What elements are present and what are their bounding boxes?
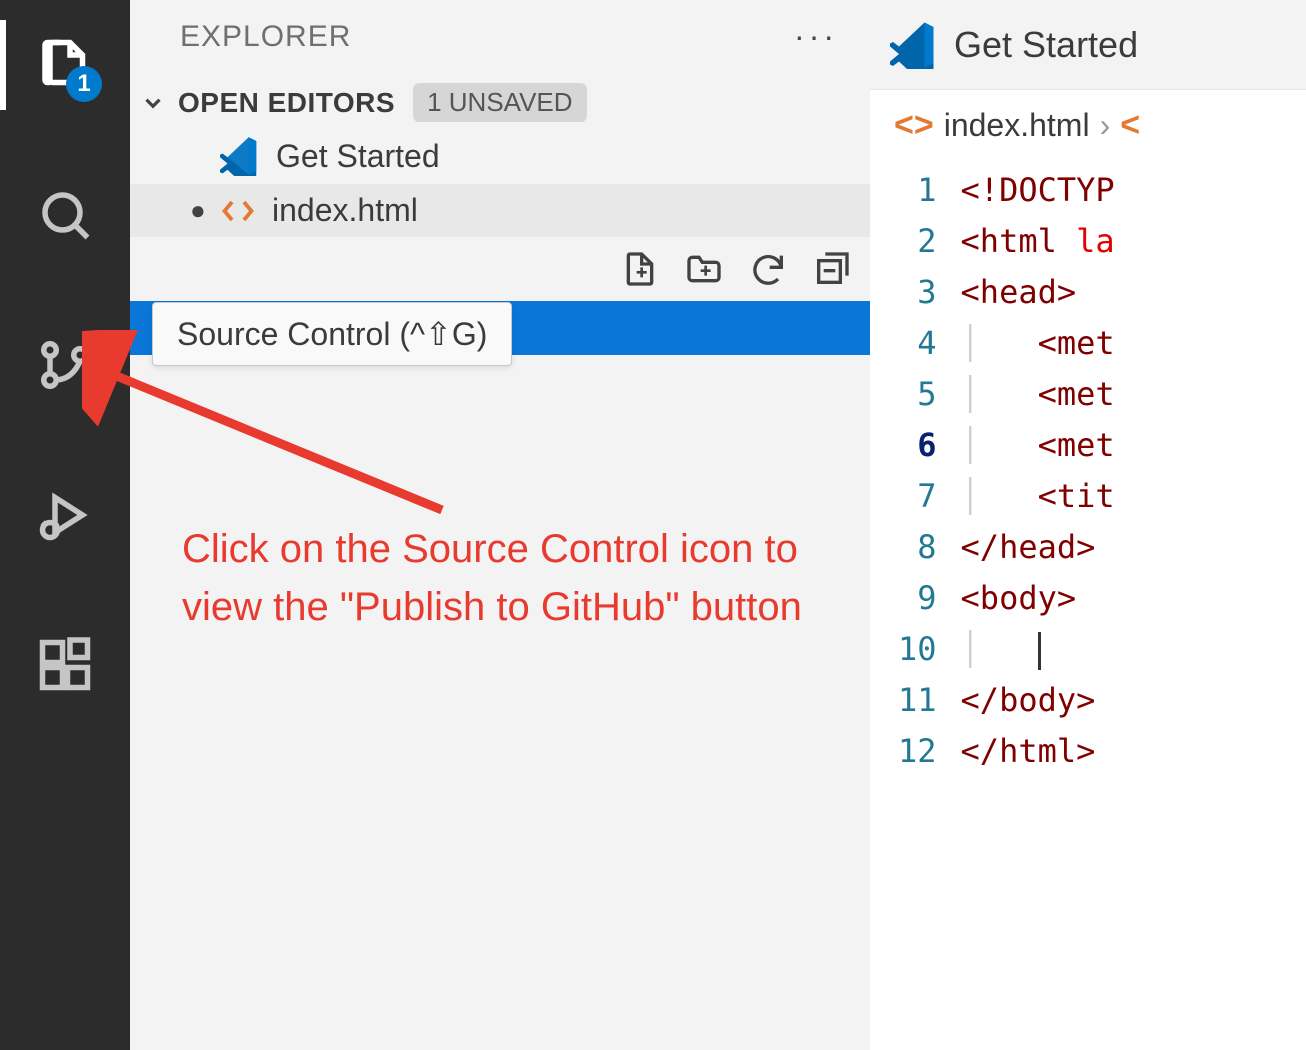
sidebar-more-button[interactable]: ··· xyxy=(794,18,838,55)
line-number: 10 xyxy=(898,624,937,675)
html-tag-icon: <> xyxy=(894,106,934,145)
activity-run-debug[interactable] xyxy=(20,470,110,560)
line-number: 4 xyxy=(898,318,937,369)
source-control-tooltip: Source Control (^⇧G) xyxy=(152,302,512,366)
collapse-all-icon[interactable] xyxy=(812,249,852,289)
new-file-icon[interactable] xyxy=(620,249,660,289)
activity-extensions[interactable] xyxy=(20,620,110,710)
editor-tab-get-started[interactable]: Get Started xyxy=(954,24,1138,66)
line-number: 6 xyxy=(898,420,937,471)
line-number: 1 xyxy=(898,165,937,216)
breadcrumb[interactable]: <> index.html › < xyxy=(870,90,1306,161)
line-number: 5 xyxy=(898,369,937,420)
breadcrumb-file: index.html xyxy=(944,107,1090,144)
line-number: 2 xyxy=(898,216,937,267)
line-number: 7 xyxy=(898,471,937,522)
vscode-icon xyxy=(220,136,260,176)
vscode-icon xyxy=(890,21,938,69)
editor-tab-bar: Get Started xyxy=(870,0,1306,90)
annotation-text: Click on the Source Control icon to view… xyxy=(182,520,822,636)
activity-explorer[interactable]: 1 xyxy=(20,20,110,110)
code-lines: <!DOCTYP <html la <head> │ <met │ <met │… xyxy=(961,165,1115,777)
open-editors-header[interactable]: OPEN EDITORS 1 UNSAVED xyxy=(130,77,870,128)
line-number: 11 xyxy=(898,675,937,726)
open-editor-get-started[interactable]: Get Started xyxy=(130,128,870,184)
breadcrumb-separator: › xyxy=(1100,107,1111,144)
line-number: 3 xyxy=(898,267,937,318)
search-icon xyxy=(35,185,95,245)
html-tag-icon: < xyxy=(1120,106,1140,145)
source-control-icon xyxy=(35,335,95,395)
open-editor-label: Get Started xyxy=(276,138,440,175)
unsaved-badge: 1 UNSAVED xyxy=(413,83,586,122)
line-number: 9 xyxy=(898,573,937,624)
explorer-badge: 1 xyxy=(66,66,102,102)
line-number: 12 xyxy=(898,726,937,777)
refresh-icon[interactable] xyxy=(748,249,788,289)
open-editor-index-html[interactable]: index.html xyxy=(130,184,870,237)
sidebar-title: EXPLORER xyxy=(180,20,351,54)
chevron-down-icon xyxy=(140,90,166,116)
line-number: 8 xyxy=(898,522,937,573)
explorer-sidebar: EXPLORER ··· OPEN EDITORS 1 UNSAVED Get … xyxy=(130,0,870,1050)
activity-source-control[interactable] xyxy=(20,320,110,410)
line-number-gutter: 1 2 3 4 5 6 7 8 9 10 11 12 xyxy=(870,165,961,777)
new-folder-icon[interactable] xyxy=(684,249,724,289)
html-file-icon xyxy=(220,193,256,229)
open-editor-label: index.html xyxy=(272,192,418,229)
extensions-icon xyxy=(35,635,95,695)
editor-group: Get Started <> index.html › < 1 2 3 4 5 … xyxy=(870,0,1306,1050)
debug-icon xyxy=(35,485,95,545)
code-editor[interactable]: 1 2 3 4 5 6 7 8 9 10 11 12 <!DOCTYP <htm… xyxy=(870,161,1306,777)
activity-bar: 1 xyxy=(0,0,130,1050)
folder-header[interactable] xyxy=(130,237,870,301)
open-editors-label: OPEN EDITORS xyxy=(178,87,395,119)
activity-search[interactable] xyxy=(20,170,110,260)
